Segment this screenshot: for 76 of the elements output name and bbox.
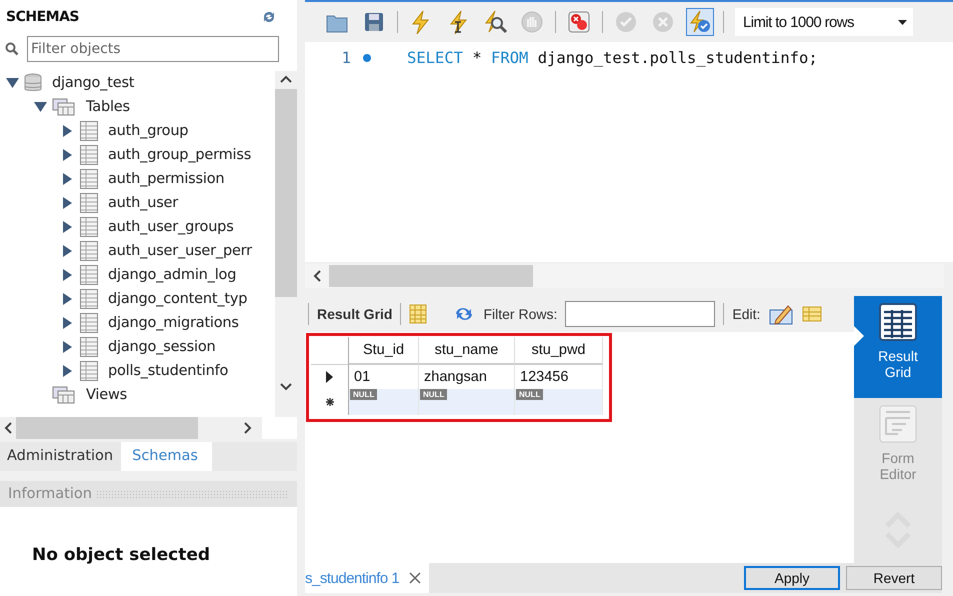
sql-editor[interactable]: 1 SELECT * FROM django_test.polls_studentinfo; [305,42,953,262]
tree-item[interactable]: Views [86,387,127,403]
side-tab[interactable]: Result Grid [854,296,942,398]
tree-item[interactable]: django_session [108,339,216,355]
form-icon [878,404,918,444]
scrollbar-thumb[interactable] [275,89,297,297]
status-message: No object selected [32,545,210,565]
close-icon[interactable] [409,572,422,584]
tree-item[interactable]: django_admin_log [108,267,236,283]
row-header [311,337,349,365]
navigator-tab[interactable]: Administration [0,442,122,471]
scroll-right-icon[interactable] [244,422,252,434]
stacked-tables-icon [52,386,76,404]
null-badge: NULL [350,389,378,400]
tree-item[interactable]: django_test [52,75,134,91]
filter-rows-field[interactable] [565,301,716,327]
filter-field[interactable]: Filter objects [27,36,279,62]
action-button[interactable]: Revert [846,566,942,590]
information-title: Information [8,486,92,502]
column-toggle-icon[interactable] [409,304,428,324]
table-icon [80,121,98,141]
action-button[interactable]: Apply [744,566,840,590]
table-icon [80,169,98,189]
table-icon [80,145,98,165]
null-badge: NULL [420,389,448,400]
table-icon [80,193,98,213]
column-header[interactable]: stu_name [419,337,515,365]
dropdown-caret-icon [898,20,907,24]
navigator-tab[interactable]: Schemas [121,442,212,471]
tree-item[interactable]: auth_group [108,123,188,139]
collapse-arrow-icon[interactable] [34,100,47,114]
line-number: 1 [340,49,351,67]
scrollbar-thumb[interactable] [329,265,533,287]
code-line: SELECT * FROM django_test.polls_studentinfo; [407,49,818,67]
tree-item[interactable]: auth_group_permiss [108,147,252,163]
statement-marker [363,54,371,62]
refresh-icon[interactable] [261,9,277,25]
scroll-up-icon[interactable] [280,75,292,83]
tree-item[interactable]: django_migrations [108,315,239,331]
table-icon [80,337,98,357]
database-icon [24,73,42,93]
new-row-icon [326,398,334,406]
tree-item[interactable]: auth_user_user_perr [108,243,252,259]
scroll-left-icon[interactable] [313,270,321,282]
tree-item[interactable]: Tables [86,99,130,115]
table-icon [80,241,98,261]
filter-label: Filter Rows: [483,306,558,322]
search-icon [5,42,19,56]
result-grid-label: Result Grid [317,306,392,322]
vertical-scrollbar[interactable] [275,71,297,417]
scroll-left-icon[interactable] [4,422,12,434]
tree-item[interactable]: auth_permission [108,171,224,187]
current-row-icon [326,371,333,383]
scrollbar-thumb[interactable] [16,417,198,439]
tree-item[interactable]: polls_studentinfo [108,363,228,379]
table-icon [80,361,98,381]
tree-item[interactable]: auth_user [108,195,178,211]
table-icon [80,289,98,309]
result-tab[interactable]: s_studentinfo 1 [305,563,430,593]
limit-dropdown[interactable]: Limit to 1000 rows [735,8,913,36]
table-icon [80,217,98,237]
stacked-tables-icon [52,98,76,116]
table-icon [80,313,98,333]
horizontal-scrollbar[interactable] [305,264,944,288]
scroll-down-icon[interactable] [280,383,292,391]
table-icon [80,265,98,285]
edit-label: Edit: [732,306,760,322]
lightning-check-icon[interactable] [686,8,714,36]
null-badge: NULL [516,389,544,400]
grid-icon [878,302,918,342]
column-header[interactable]: Stu_id [349,337,419,365]
tree-item[interactable]: auth_user_groups [108,219,234,235]
collapse-arrow-icon[interactable] [6,76,19,90]
column-header[interactable]: stu_pwd [515,337,603,365]
tree-item[interactable]: django_content_typ [108,291,248,307]
navigator-title: SCHEMAS [6,9,79,25]
